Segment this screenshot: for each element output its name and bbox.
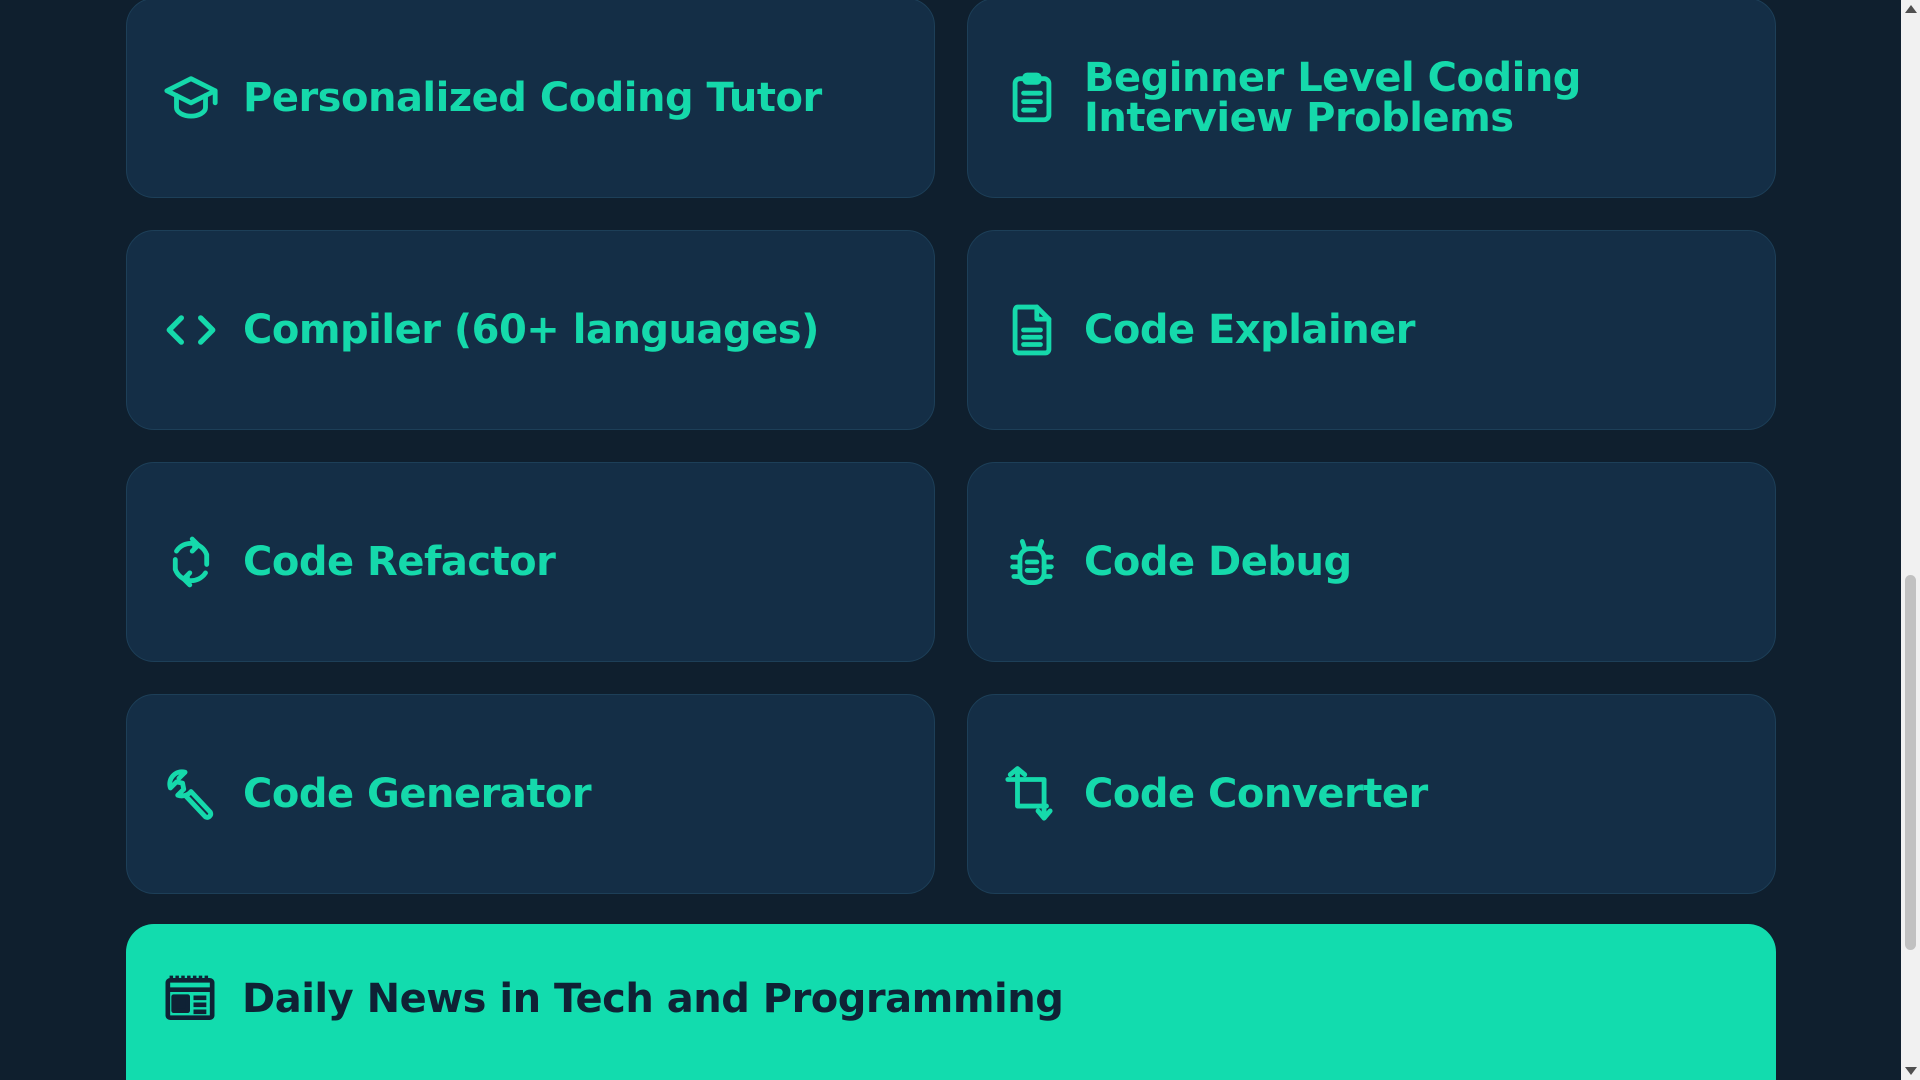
card-label: Personalized Coding Tutor xyxy=(243,75,822,121)
card-beginner-interview-problems[interactable]: Beginner Level Coding Interview Problems xyxy=(967,0,1776,198)
wrench-icon xyxy=(161,764,221,824)
document-icon xyxy=(1002,300,1062,360)
card-personalized-coding-tutor[interactable]: Personalized Coding Tutor xyxy=(126,0,935,198)
card-label: Code Debug xyxy=(1084,539,1352,585)
code-brackets-icon xyxy=(161,300,221,360)
card-label: Compiler (60+ languages) xyxy=(243,307,819,353)
refresh-icon xyxy=(161,532,221,592)
scrollbar-thumb[interactable] xyxy=(1905,575,1916,950)
card-label: Daily News in Tech and Programming xyxy=(242,976,1064,1022)
card-code-generator[interactable]: Code Generator xyxy=(126,694,935,894)
newspaper-icon xyxy=(160,969,220,1029)
scroll-up-arrow-icon[interactable] xyxy=(1905,5,1917,13)
card-code-debug[interactable]: Code Debug xyxy=(967,462,1776,662)
scroll-down-arrow-icon[interactable] xyxy=(1905,1067,1917,1075)
card-label: Code Explainer xyxy=(1084,307,1416,353)
feature-grid: Personalized Coding Tutor Beginner Level… xyxy=(126,0,1776,894)
bug-icon xyxy=(1002,532,1062,592)
card-label: Code Converter xyxy=(1084,771,1428,817)
card-daily-news[interactable]: Daily News in Tech and Programming xyxy=(126,924,1776,1080)
card-label: Code Refactor xyxy=(243,539,556,585)
card-code-converter[interactable]: Code Converter xyxy=(967,694,1776,894)
clipboard-icon xyxy=(1002,68,1062,128)
card-label: Beginner Level Coding Interview Problems xyxy=(1084,55,1581,141)
vertical-scrollbar[interactable] xyxy=(1901,0,1920,1080)
card-code-refactor[interactable]: Code Refactor xyxy=(126,462,935,662)
card-code-explainer[interactable]: Code Explainer xyxy=(967,230,1776,430)
graduation-cap-icon xyxy=(161,68,221,128)
card-compiler[interactable]: Compiler (60+ languages) xyxy=(126,230,935,430)
card-label: Code Generator xyxy=(243,771,592,817)
crop-convert-icon xyxy=(1002,764,1062,824)
